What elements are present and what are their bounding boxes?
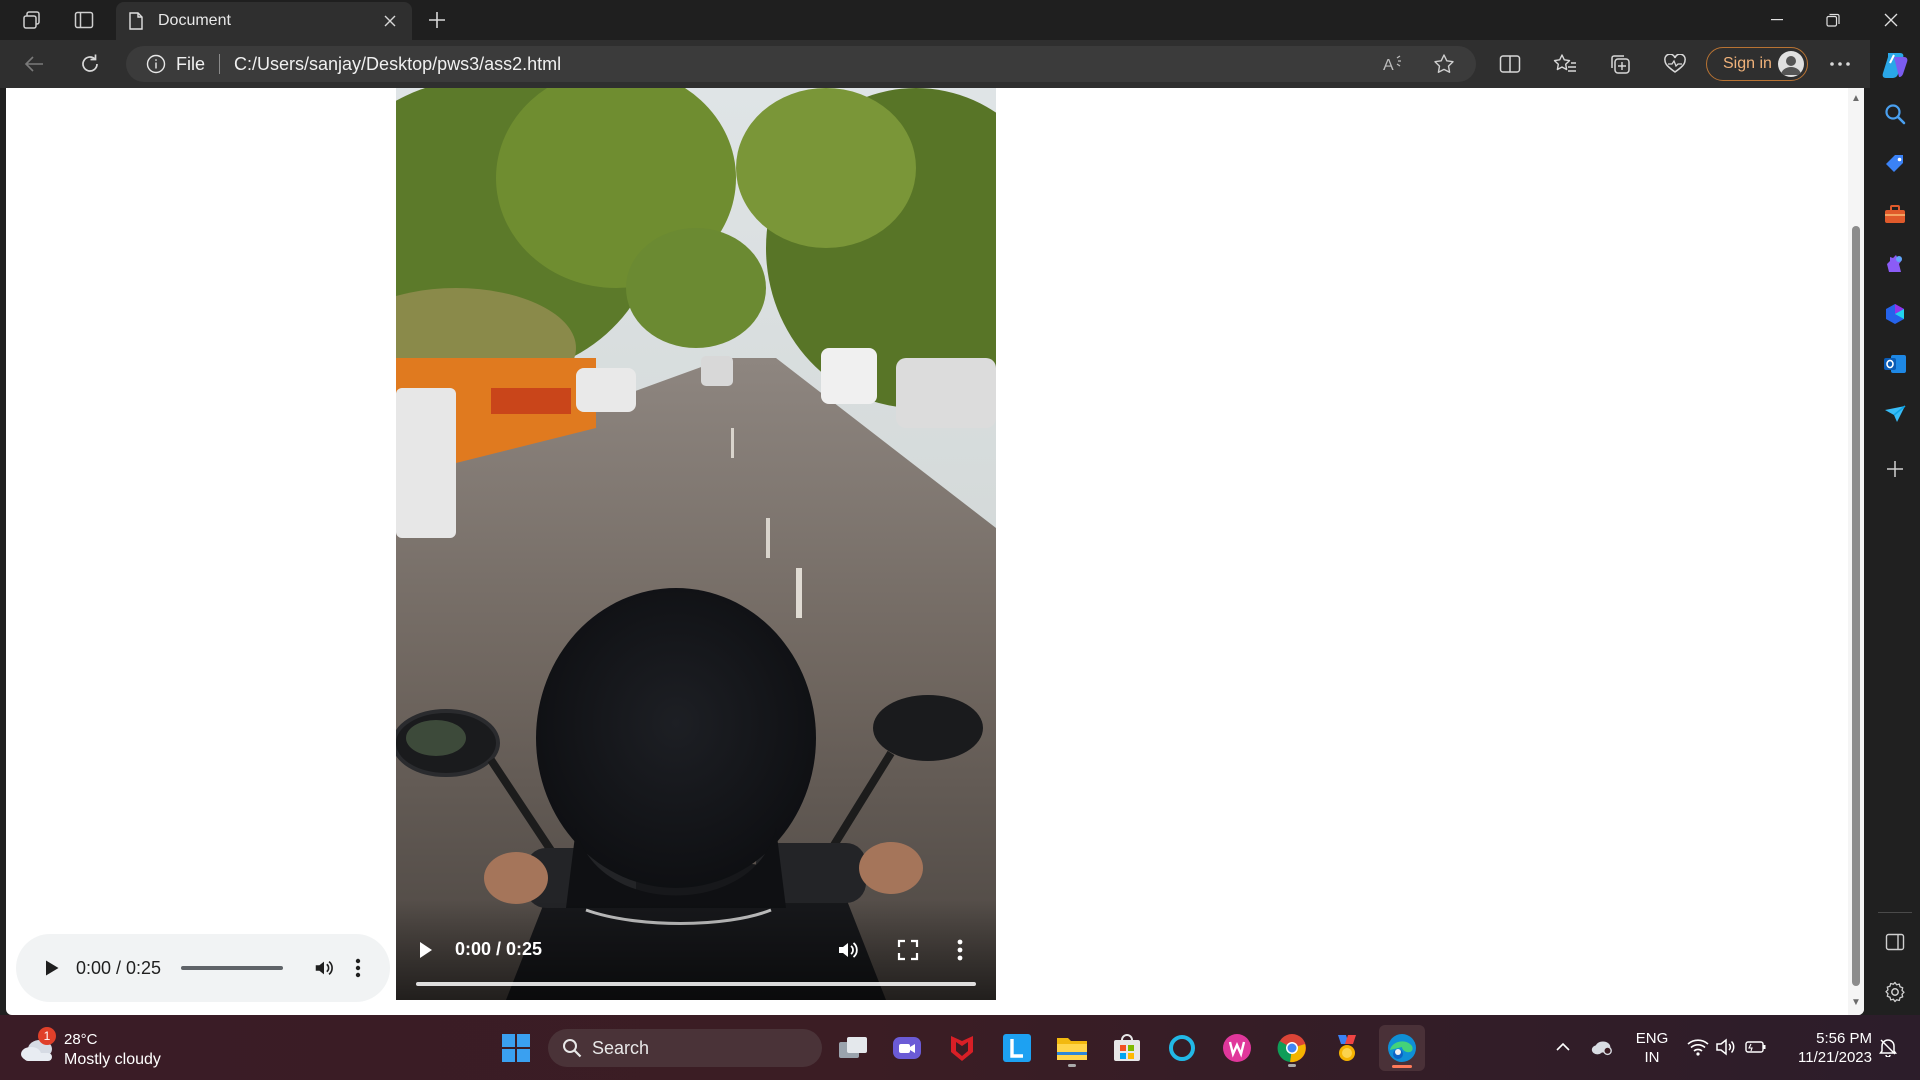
address-separator [219, 54, 221, 74]
scroll-up-arrow-icon[interactable]: ▲ [1851, 94, 1861, 104]
outlook-icon[interactable] [1870, 342, 1920, 386]
battery-icon[interactable] [1744, 1035, 1768, 1059]
language-code: ENG [1635, 1030, 1669, 1047]
taskbar-search[interactable]: Search [548, 1029, 822, 1067]
browser-essentials-icon[interactable] [1655, 46, 1695, 82]
copilot-icon[interactable] [1870, 43, 1920, 87]
clock-date: 11/21/2023 [1798, 1049, 1872, 1066]
more-options-icon[interactable] [1820, 46, 1860, 82]
lumin-l-icon[interactable] [994, 1025, 1040, 1071]
weather-temp: 28°C [64, 1031, 98, 1048]
sign-in-button[interactable]: Sign in [1706, 47, 1808, 81]
taskbar: 1 28°C Mostly cloudy Search ENG IN 5:56 … [0, 1015, 1920, 1080]
video-controls: 0:00 / 0:25 [396, 900, 996, 1000]
show-hidden-icons-icon[interactable] [1551, 1035, 1575, 1059]
active-indicator [1392, 1065, 1412, 1068]
split-screen-icon[interactable] [1490, 46, 1530, 82]
wifi-icon[interactable] [1686, 1035, 1710, 1059]
mcafee-icon[interactable] [939, 1025, 985, 1071]
running-indicator [1288, 1064, 1296, 1067]
collections-icon[interactable] [1600, 46, 1640, 82]
edge-browser-icon[interactable] [1379, 1025, 1425, 1071]
audio-volume-icon[interactable] [313, 957, 335, 979]
microsoft-365-icon[interactable] [1870, 292, 1920, 336]
weather-badge: 1 [38, 1027, 56, 1045]
shopping-tag-icon[interactable] [1870, 142, 1920, 186]
add-sidebar-app-icon[interactable] [1870, 447, 1920, 491]
volume-icon[interactable] [1714, 1035, 1738, 1059]
address-scheme: File [176, 53, 206, 74]
document-icon [129, 12, 143, 30]
close-tab-icon[interactable] [380, 11, 400, 31]
profile-avatar-icon [1778, 51, 1804, 77]
back-button[interactable] [16, 46, 52, 82]
video-player[interactable]: 0:00 / 0:25 [396, 88, 996, 1000]
audio-play-icon[interactable] [44, 959, 60, 977]
video-volume-icon[interactable] [836, 938, 860, 962]
input-language-indicator[interactable]: ENG IN [1632, 1029, 1672, 1067]
settings-gear-icon[interactable] [1870, 970, 1920, 1014]
drop-send-icon[interactable] [1870, 392, 1920, 436]
chrome-icon[interactable] [1269, 1025, 1315, 1071]
search-icon [563, 1039, 582, 1058]
svg-text:A: A [1383, 57, 1394, 74]
weather-condition: Mostly cloudy [64, 1051, 161, 1068]
info-icon[interactable] [146, 54, 166, 74]
teams-meet-icon[interactable] [884, 1025, 930, 1071]
audio-more-options-icon[interactable] [355, 958, 361, 978]
refresh-button[interactable] [72, 46, 108, 82]
wps-office-icon[interactable] [1214, 1025, 1260, 1071]
vertical-tabs-icon[interactable] [64, 4, 104, 36]
sign-in-label: Sign in [1723, 55, 1772, 72]
notifications-bell-icon[interactable] [1876, 1035, 1900, 1059]
system-clock[interactable]: 5:56 PM 11/21/2023 [1780, 1029, 1872, 1067]
microsoft-store-icon[interactable] [1104, 1025, 1150, 1071]
address-bar[interactable]: File C:/Users/sanjay/Desktop/pws3/ass2.h… [126, 46, 1476, 82]
video-time: 0:00 / 0:25 [455, 939, 543, 959]
search-icon[interactable] [1870, 92, 1920, 136]
page-viewport: 0:00 / 0:25 0:00 / 0:25 ▲ ▼ [6, 88, 1864, 1015]
games-icon[interactable] [1870, 242, 1920, 286]
weather-widget[interactable]: 1 28°C Mostly cloudy [20, 1027, 180, 1071]
workspaces-icon[interactable] [12, 4, 52, 36]
cortana-ring-icon[interactable] [1159, 1025, 1205, 1071]
favorite-star-icon[interactable] [1426, 46, 1462, 82]
onedrive-icon[interactable] [1590, 1035, 1614, 1059]
minimize-button[interactable] [1749, 0, 1805, 40]
sidebar-divider [1878, 912, 1912, 913]
video-play-icon[interactable] [418, 940, 434, 960]
video-seek-bar[interactable] [416, 982, 976, 986]
page-scrollbar[interactable]: ▲ ▼ [1848, 88, 1864, 1015]
video-frame-image [396, 88, 996, 1000]
audio-player[interactable]: 0:00 / 0:25 [16, 934, 390, 1002]
title-bar: Document [0, 0, 1920, 40]
clock-time: 5:56 PM [1816, 1030, 1872, 1047]
address-url[interactable]: C:/Users/sanjay/Desktop/pws3/ass2.html [234, 54, 561, 75]
file-explorer-icon[interactable] [1049, 1025, 1095, 1071]
tools-icon[interactable] [1870, 192, 1920, 236]
tab-document[interactable]: Document [116, 2, 412, 40]
video-more-options-icon[interactable] [956, 938, 964, 962]
edge-sidebar [1870, 40, 1920, 1015]
favorites-icon[interactable] [1545, 46, 1585, 82]
scroll-down-arrow-icon[interactable]: ▼ [1851, 998, 1861, 1008]
windows-start-icon[interactable] [493, 1025, 539, 1071]
taskbar-search-label: Search [592, 1037, 650, 1058]
audio-time: 0:00 / 0:25 [76, 957, 162, 978]
restore-button[interactable] [1805, 0, 1861, 40]
audio-seek-bar[interactable] [181, 966, 284, 970]
scroll-thumb[interactable] [1852, 226, 1860, 986]
hide-sidebar-icon[interactable] [1870, 920, 1920, 964]
task-view-icon[interactable] [830, 1025, 876, 1071]
language-region: IN [1644, 1049, 1660, 1066]
medal-icon[interactable] [1324, 1025, 1370, 1071]
running-indicator [1068, 1064, 1076, 1067]
read-aloud-icon[interactable]: A [1376, 46, 1412, 82]
fullscreen-icon[interactable] [896, 938, 920, 962]
new-tab-button[interactable] [420, 4, 454, 36]
browser-toolbar: File C:/Users/sanjay/Desktop/pws3/ass2.h… [0, 40, 1880, 88]
close-window-button[interactable] [1863, 0, 1919, 40]
tab-title: Document [158, 12, 231, 29]
